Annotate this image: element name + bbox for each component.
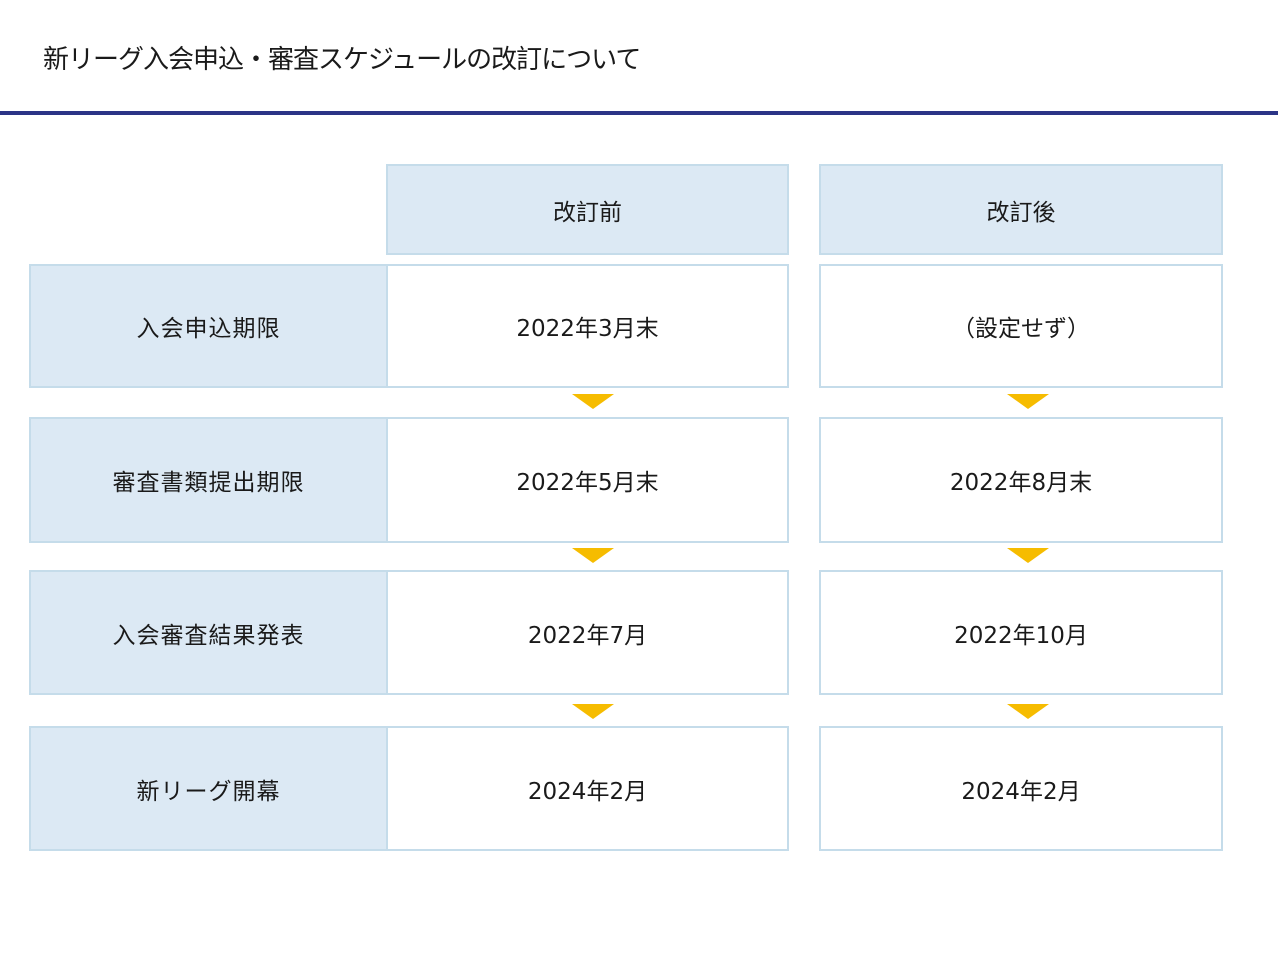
row-label-league-opening: 新リーグ開幕 (29, 726, 388, 851)
cell-value: 2024年2月 (961, 778, 1081, 805)
row-label-review-result: 入会審査結果発表 (29, 570, 388, 695)
row-label-document-deadline: 審査書類提出期限 (29, 417, 388, 543)
cell-value: 2022年8月末 (949, 470, 1093, 496)
header-after-label: 改訂後 (986, 199, 1056, 226)
cell-value: （設定せず） (952, 316, 1090, 342)
row-label-text: 新リーグ開幕 (136, 778, 281, 805)
row-label-text: 入会審査結果発表 (112, 622, 305, 649)
row-label-application-deadline: 入会申込期限 (29, 264, 388, 388)
cell-before-document-deadline: 2022年5月末 (386, 417, 789, 543)
header-before-label: 改訂前 (553, 199, 622, 226)
cell-after-document-deadline: 2022年8月末 (819, 417, 1223, 543)
cell-before-review-result: 2022年7月 (386, 570, 789, 695)
down-triangle-icon (1007, 394, 1049, 409)
down-triangle-icon (572, 548, 614, 563)
row-label-text: 審査書類提出期限 (112, 470, 305, 496)
header-before: 改訂前 (386, 164, 789, 255)
down-triangle-icon (572, 704, 614, 719)
row-label-text: 入会申込期限 (136, 316, 281, 342)
cell-value: 2022年7月 (527, 622, 648, 649)
cell-after-review-result: 2022年10月 (819, 570, 1223, 695)
cell-value: 2024年2月 (527, 778, 648, 805)
down-triangle-icon (1007, 548, 1049, 563)
cell-before-application-deadline: 2022年3月末 (386, 264, 789, 388)
down-triangle-icon (572, 394, 614, 409)
cell-after-league-opening: 2024年2月 (819, 726, 1223, 851)
header-after: 改訂後 (819, 164, 1223, 255)
cell-after-application-deadline: （設定せず） (819, 264, 1223, 388)
cell-value: 2022年10月 (954, 622, 1088, 649)
down-triangle-icon (1007, 704, 1049, 719)
cell-value: 2022年5月末 (516, 470, 659, 496)
title-divider (0, 111, 1278, 115)
cell-before-league-opening: 2024年2月 (386, 726, 789, 851)
page-title: 新リーグ入会申込・審査スケジュールの改訂について (43, 45, 641, 75)
cell-value: 2022年3月末 (516, 316, 659, 342)
